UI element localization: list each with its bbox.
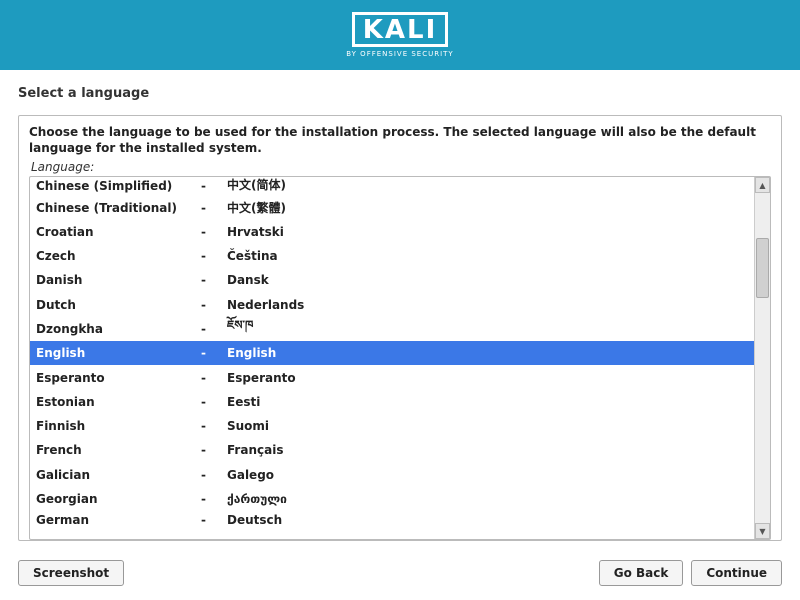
language-listbox: Chinese (Simplified)-中文(简体)Chinese (Trad… [29, 176, 771, 540]
list-item[interactable]: Czech-Čeština [30, 244, 754, 268]
list-item[interactable]: French-Français [30, 438, 754, 462]
separator: - [201, 225, 227, 239]
page-title: Select a language [18, 86, 782, 101]
language-list[interactable]: Chinese (Simplified)-中文(简体)Chinese (Trad… [30, 177, 754, 539]
language-native-name: ქართული [227, 492, 754, 506]
go-back-button[interactable]: Go Back [599, 560, 684, 586]
separator: - [201, 249, 227, 263]
language-english-name: Danish [36, 273, 201, 287]
language-english-name: Finnish [36, 419, 201, 433]
language-native-name: Hrvatski [227, 225, 754, 239]
language-native-name: Dansk [227, 273, 754, 287]
scroll-thumb[interactable] [756, 238, 769, 298]
list-item[interactable]: Dzongkha-ཇོས་ཁ [30, 317, 754, 341]
language-label: Language: [31, 160, 771, 174]
language-native-name: Deutsch [227, 513, 754, 527]
language-english-name: English [36, 346, 201, 360]
language-native-name: ཇོས་ཁ [227, 312, 754, 346]
language-english-name: Chinese (Traditional) [36, 201, 201, 215]
language-english-name: Chinese (Simplified) [36, 179, 201, 193]
scroll-up-button[interactable]: ▲ [755, 177, 770, 193]
language-english-name: Czech [36, 249, 201, 263]
language-native-name: Suomi [227, 419, 754, 433]
separator: - [201, 322, 227, 336]
language-english-name: French [36, 443, 201, 457]
separator: - [201, 443, 227, 457]
list-item[interactable]: Croatian-Hrvatski [30, 220, 754, 244]
separator: - [201, 201, 227, 215]
header-banner: KALI BY OFFENSIVE SECURITY [0, 0, 800, 70]
kali-logo: KALI BY OFFENSIVE SECURITY [346, 12, 453, 59]
separator: - [201, 492, 227, 506]
scrollbar[interactable]: ▲ ▼ [754, 177, 770, 539]
scroll-track[interactable] [755, 193, 770, 523]
language-native-name: Galego [227, 468, 754, 482]
instruction-text: Choose the language to be used for the i… [29, 124, 771, 156]
list-item[interactable]: Esperanto-Esperanto [30, 365, 754, 389]
language-native-name: Nederlands [227, 298, 754, 312]
list-item[interactable]: Estonian-Eesti [30, 390, 754, 414]
language-native-name: Esperanto [227, 371, 754, 385]
separator: - [201, 179, 227, 193]
language-english-name: Croatian [36, 225, 201, 239]
language-english-name: Estonian [36, 395, 201, 409]
separator: - [201, 346, 227, 360]
language-native-name: Eesti [227, 395, 754, 409]
separator: - [201, 468, 227, 482]
language-english-name: German [36, 513, 201, 527]
footer-bar: Screenshot Go Back Continue [18, 560, 782, 586]
language-english-name: Georgian [36, 492, 201, 506]
list-item[interactable]: Danish-Dansk [30, 268, 754, 292]
list-item[interactable]: Chinese (Simplified)-中文(简体) [30, 177, 754, 195]
language-english-name: Esperanto [36, 371, 201, 385]
language-native-name: 中文(繁體) [227, 199, 754, 216]
language-native-name: 中文(简体) [227, 177, 754, 193]
language-native-name: English [227, 346, 754, 360]
logo-subtitle: BY OFFENSIVE SECURITY [346, 50, 453, 58]
screenshot-button[interactable]: Screenshot [18, 560, 124, 586]
separator: - [201, 419, 227, 433]
logo-title: KALI [352, 12, 449, 48]
separator: - [201, 513, 227, 527]
list-item[interactable]: Chinese (Traditional)-中文(繁體) [30, 195, 754, 219]
separator: - [201, 298, 227, 312]
separator: - [201, 273, 227, 287]
scroll-down-button[interactable]: ▼ [755, 523, 770, 539]
language-native-name: Čeština [227, 249, 754, 263]
list-item[interactable]: German-Deutsch [30, 511, 754, 527]
list-item[interactable]: Finnish-Suomi [30, 414, 754, 438]
main-panel: Choose the language to be used for the i… [18, 115, 782, 541]
separator: - [201, 395, 227, 409]
list-item[interactable]: Georgian-ქართული [30, 487, 754, 511]
separator: - [201, 371, 227, 385]
language-english-name: Galician [36, 468, 201, 482]
language-english-name: Dzongkha [36, 322, 201, 336]
continue-button[interactable]: Continue [691, 560, 782, 586]
language-native-name: Français [227, 443, 754, 457]
language-english-name: Dutch [36, 298, 201, 312]
list-item[interactable]: Galician-Galego [30, 463, 754, 487]
